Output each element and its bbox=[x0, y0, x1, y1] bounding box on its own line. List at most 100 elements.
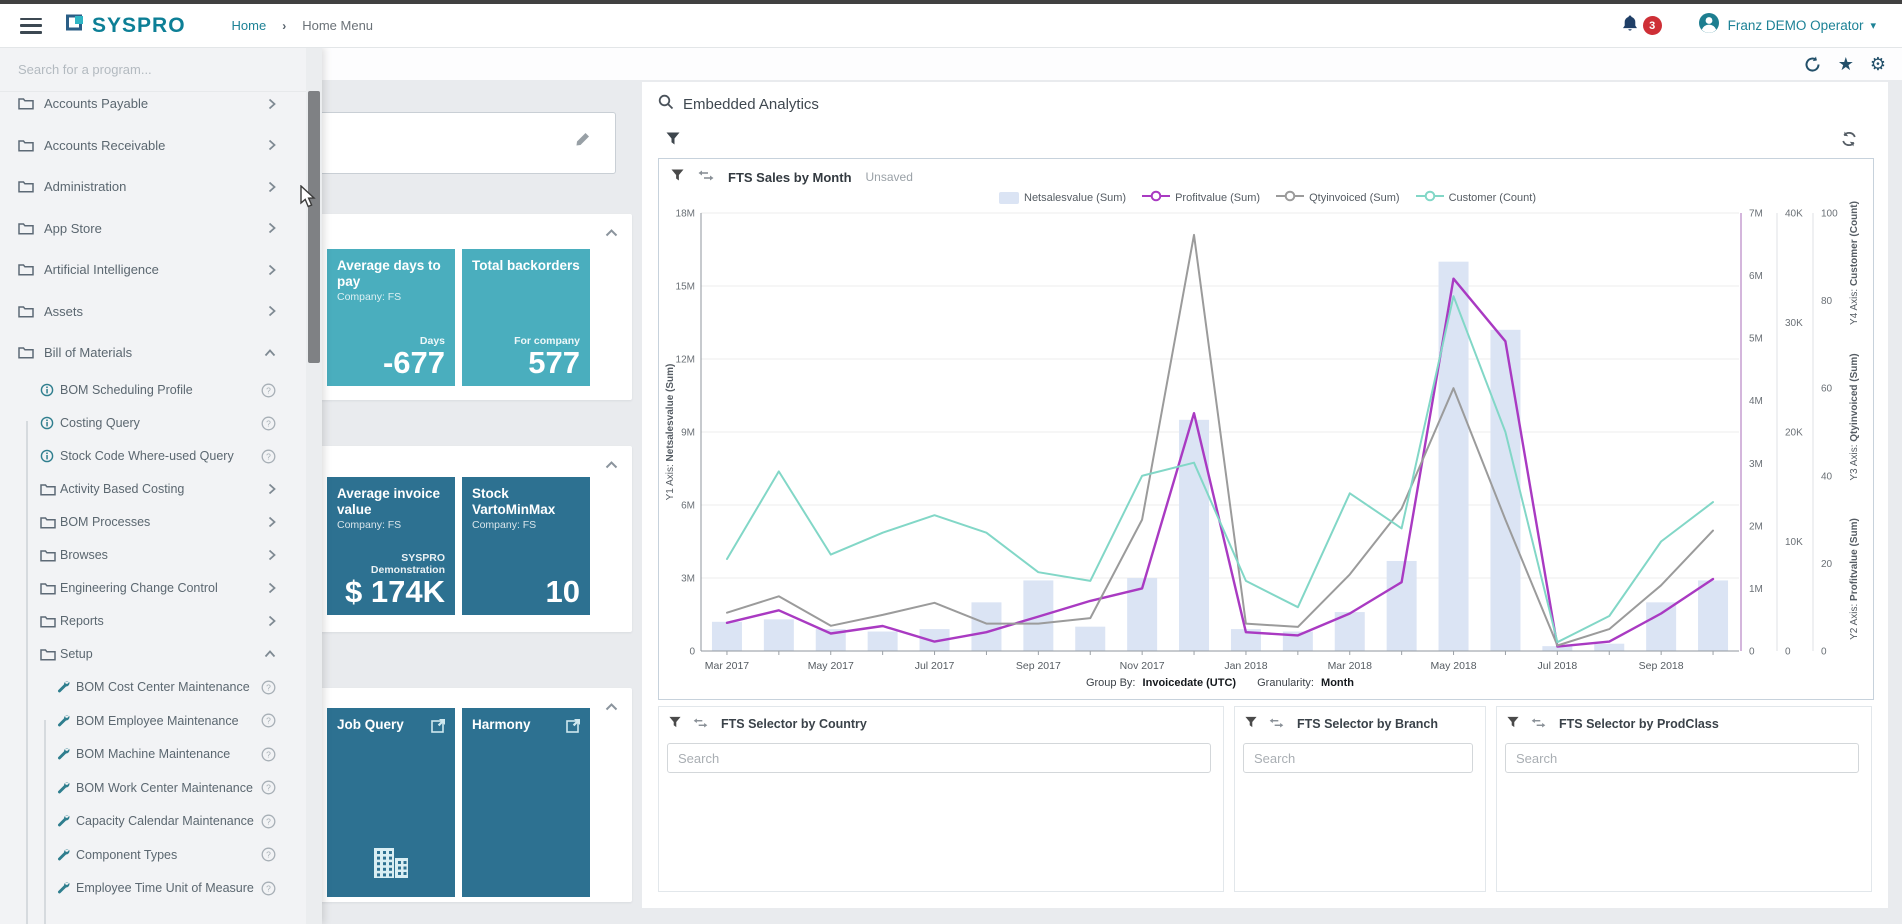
collapse-section-icon[interactable] bbox=[605, 456, 618, 474]
selector-filter-icon[interactable] bbox=[669, 715, 681, 733]
chevron-right-icon[interactable] bbox=[268, 139, 276, 151]
chevron-up-icon[interactable] bbox=[264, 650, 276, 658]
breadcrumb-home[interactable]: Home bbox=[232, 18, 267, 33]
folder-icon bbox=[18, 346, 34, 359]
sidebar-item-assets[interactable]: Assets bbox=[0, 291, 306, 333]
sidebar-item-bom-cost-center-maintenance[interactable]: BOM Cost Center Maintenance? bbox=[0, 671, 306, 705]
svg-text:2M: 2M bbox=[1749, 521, 1763, 532]
folder-icon bbox=[18, 222, 34, 235]
sidebar-scrollbar-thumb[interactable] bbox=[308, 91, 320, 363]
sidebar-item-capacity-calendar-maintenance[interactable]: Capacity Calendar Maintenance? bbox=[0, 805, 306, 839]
favorite-star-icon[interactable]: ★ bbox=[1838, 55, 1854, 73]
tile-harmony[interactable]: Harmony bbox=[462, 708, 590, 897]
user-menu[interactable]: Franz DEMO Operator ▾ bbox=[1698, 12, 1876, 39]
selector-filter-icon[interactable] bbox=[1507, 715, 1519, 733]
selector-move-icon[interactable] bbox=[1531, 715, 1546, 733]
chevron-right-icon[interactable] bbox=[268, 98, 276, 110]
help-icon[interactable]: ? bbox=[261, 847, 276, 862]
sidebar-item-accounts-receivable[interactable]: Accounts Receivable bbox=[0, 125, 306, 167]
chevron-right-icon[interactable] bbox=[268, 516, 276, 528]
chevron-right-icon[interactable] bbox=[268, 222, 276, 234]
popout-icon[interactable] bbox=[431, 718, 446, 738]
sidebar-item-app-store[interactable]: App Store bbox=[0, 208, 306, 250]
tile-stock-vartominmax[interactable]: Stock VartoMinMaxCompany: FS10 bbox=[462, 477, 590, 615]
svg-text:9M: 9M bbox=[681, 428, 695, 439]
program-search-input[interactable] bbox=[16, 61, 260, 78]
sidebar-item-accounts-payable[interactable]: Accounts Payable bbox=[0, 83, 306, 125]
svg-text:3M: 3M bbox=[681, 574, 695, 585]
analytics-filter-icon[interactable] bbox=[666, 132, 680, 150]
analytics-sync-icon[interactable] bbox=[1840, 130, 1858, 153]
help-icon[interactable]: ? bbox=[261, 814, 276, 829]
sidebar-item-engineering-change-control[interactable]: Engineering Change Control bbox=[0, 572, 306, 605]
sidebar-item-label: Reports bbox=[60, 614, 104, 628]
sidebar-item-bom-employee-maintenance[interactable]: BOM Employee Maintenance? bbox=[0, 704, 306, 738]
svg-text:6M: 6M bbox=[681, 501, 695, 512]
chevron-right-icon[interactable] bbox=[268, 615, 276, 627]
selector-card-prodclass: FTS Selector by ProdClass bbox=[1496, 706, 1872, 892]
chevron-right-icon[interactable] bbox=[268, 305, 276, 317]
popout-icon[interactable] bbox=[566, 718, 581, 738]
chevron-right-icon[interactable] bbox=[268, 549, 276, 561]
chevron-right-icon[interactable] bbox=[268, 264, 276, 276]
sidebar-item-bom-work-center-maintenance[interactable]: BOM Work Center Maintenance? bbox=[0, 771, 306, 805]
collapse-section-icon[interactable] bbox=[605, 224, 618, 242]
collapse-section-icon[interactable] bbox=[605, 698, 618, 716]
selector-branch-search-input[interactable] bbox=[1243, 743, 1473, 773]
help-icon[interactable]: ? bbox=[261, 383, 276, 398]
tile-metric: SYSPRO Demonstration$ 174K bbox=[327, 552, 445, 609]
dashboard-note-box[interactable] bbox=[296, 112, 616, 174]
selector-prodclass-search-input[interactable] bbox=[1505, 743, 1859, 773]
help-icon[interactable]: ? bbox=[261, 680, 276, 695]
folder-icon bbox=[18, 305, 34, 318]
sidebar-item-administration[interactable]: Administration bbox=[0, 166, 306, 208]
tile-average-invoice-value[interactable]: Average invoice valueCompany: FSSYSPRO D… bbox=[327, 477, 455, 615]
sidebar-item-costing-query[interactable]: Costing Query? bbox=[0, 407, 306, 440]
help-icon[interactable]: ? bbox=[261, 780, 276, 795]
tile-job-query[interactable]: Job Query bbox=[327, 708, 455, 897]
sidebar-item-browses[interactable]: Browses bbox=[0, 539, 306, 572]
hamburger-menu-icon[interactable] bbox=[20, 18, 42, 34]
help-icon[interactable]: ? bbox=[261, 747, 276, 762]
svg-text:Jul 2018: Jul 2018 bbox=[1537, 660, 1577, 672]
sidebar-item-component-types[interactable]: Component Types? bbox=[0, 838, 306, 872]
svg-text:5M: 5M bbox=[1749, 334, 1763, 345]
sidebar-item-reports[interactable]: Reports bbox=[0, 605, 306, 638]
tile-average-days-to-pay[interactable]: Average days to payCompany: FSDays-677 bbox=[327, 249, 455, 386]
user-name: Franz DEMO Operator bbox=[1728, 18, 1864, 33]
svg-text:Sep 2017: Sep 2017 bbox=[1016, 660, 1061, 672]
sidebar-item-employee-time-unit-of-measure[interactable]: Employee Time Unit of Measure? bbox=[0, 872, 306, 906]
sales-by-month-chart[interactable]: 03M6M9M12M15M18M01M2M3M4M5M6M7M010K20K30… bbox=[659, 159, 1875, 699]
settings-gear-icon[interactable]: ⚙ bbox=[1870, 55, 1886, 73]
sidebar-item-artificial-intelligence[interactable]: Artificial Intelligence bbox=[0, 249, 306, 291]
sidebar-item-bom-machine-maintenance[interactable]: BOM Machine Maintenance? bbox=[0, 738, 306, 772]
sidebar-item-bom-processes[interactable]: BOM Processes bbox=[0, 506, 306, 539]
chevron-right-icon[interactable] bbox=[268, 483, 276, 495]
selector-country-search-input[interactable] bbox=[667, 743, 1211, 773]
selector-move-icon[interactable] bbox=[1269, 715, 1284, 733]
notification-count-badge[interactable]: 3 bbox=[1643, 16, 1662, 35]
selector-filter-icon[interactable] bbox=[1245, 715, 1257, 733]
sidebar-item-stock-code-where-used-query[interactable]: Stock Code Where-used Query? bbox=[0, 440, 306, 473]
syspro-logo[interactable]: SYSPRO bbox=[66, 14, 186, 38]
chevron-right-icon[interactable] bbox=[268, 181, 276, 193]
help-icon[interactable]: ? bbox=[261, 449, 276, 464]
help-icon[interactable]: ? bbox=[261, 713, 276, 728]
edit-pencil-icon[interactable] bbox=[574, 131, 591, 153]
info-icon bbox=[40, 383, 54, 397]
tile-total-backorders[interactable]: Total backordersFor company577 bbox=[462, 249, 590, 386]
notifications-bell-icon[interactable] bbox=[1621, 14, 1639, 38]
sidebar-item-activity-based-costing[interactable]: Activity Based Costing bbox=[0, 473, 306, 506]
chevron-right-icon[interactable] bbox=[268, 582, 276, 594]
refresh-icon[interactable] bbox=[1803, 55, 1822, 74]
help-icon[interactable]: ? bbox=[261, 881, 276, 896]
sidebar-item-bill-of-materials[interactable]: Bill of Materials bbox=[0, 332, 306, 374]
chevron-up-icon[interactable] bbox=[264, 349, 276, 357]
tile-metric: Days-677 bbox=[383, 335, 445, 380]
help-icon[interactable]: ? bbox=[261, 416, 276, 431]
sidebar-item-bom-scheduling-profile[interactable]: BOM Scheduling Profile? bbox=[0, 374, 306, 407]
selector-move-icon[interactable] bbox=[693, 715, 708, 733]
sidebar-item-setup[interactable]: Setup bbox=[0, 638, 306, 671]
sidebar-item-label: Stock Code Where-used Query bbox=[60, 449, 234, 463]
search-magnifier-icon bbox=[658, 94, 674, 115]
